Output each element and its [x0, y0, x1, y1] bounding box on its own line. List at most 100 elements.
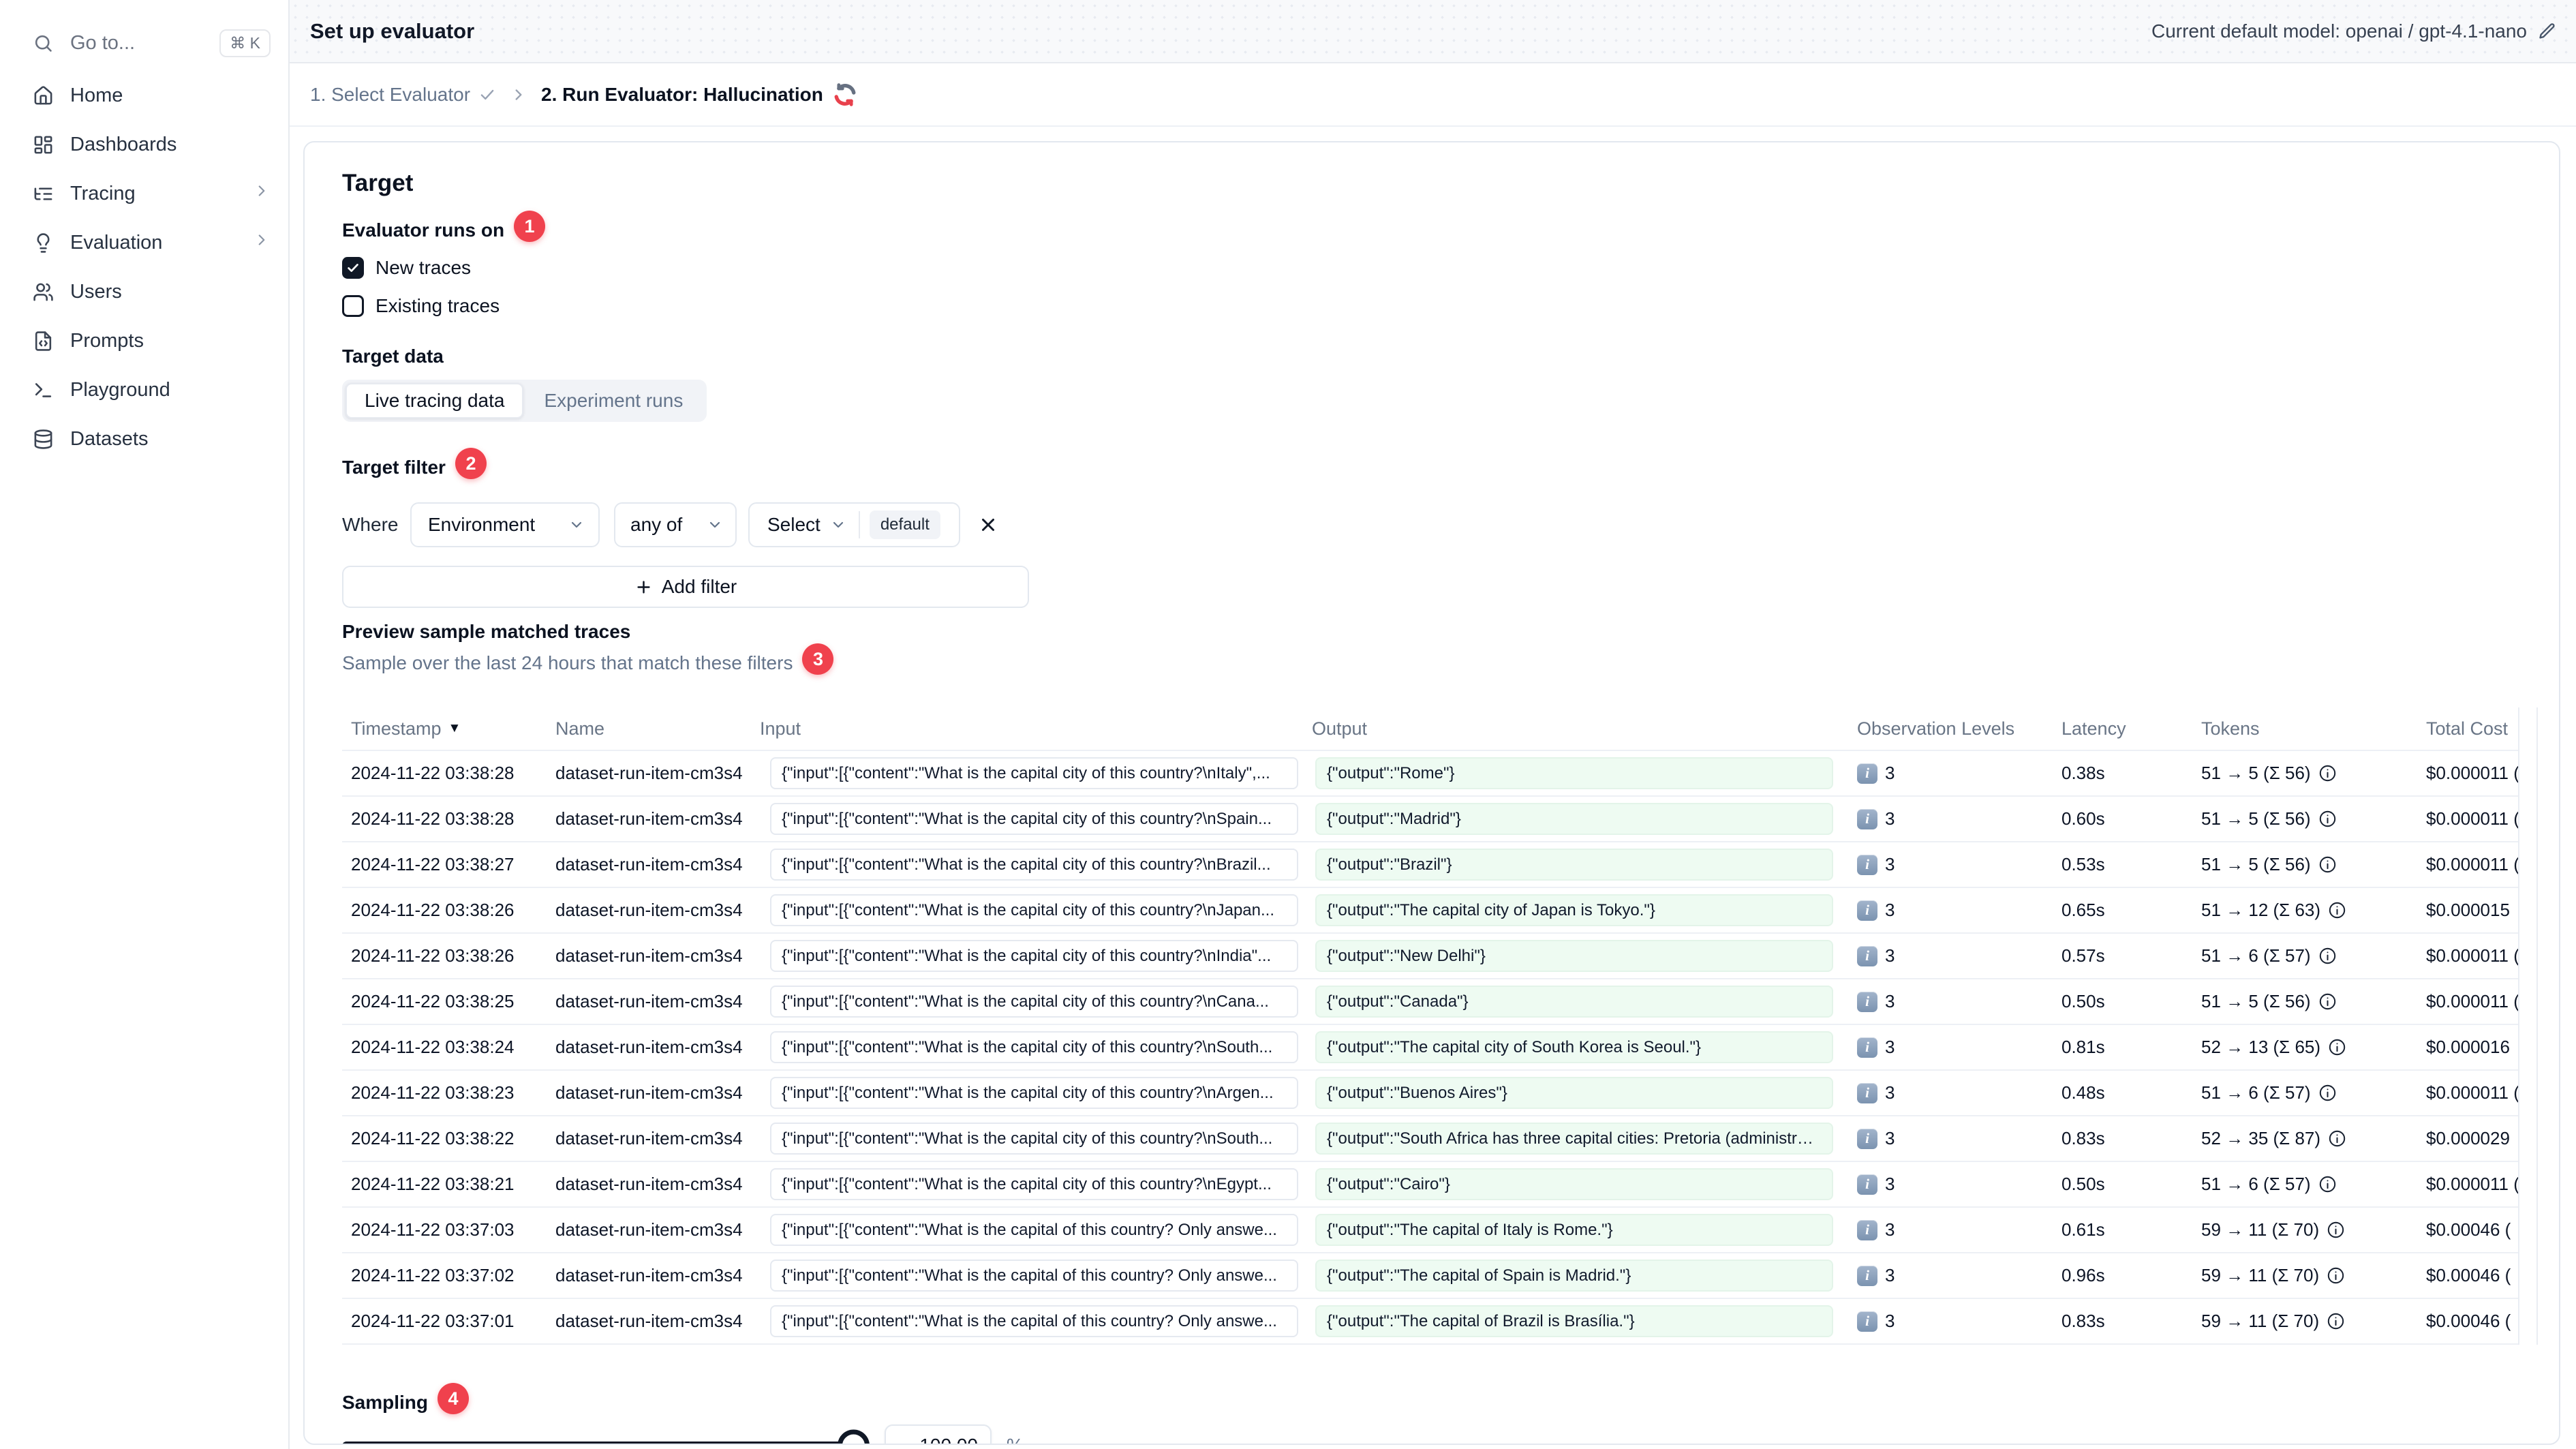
info-square-icon: i [1857, 1265, 1877, 1286]
sidebar-item-label: Datasets [70, 427, 149, 450]
goto-search[interactable]: Go to... ⌘ K [0, 25, 288, 61]
breadcrumb-step-2: 2. Run Evaluator: Hallucination [541, 82, 857, 107]
col-input[interactable]: Input [751, 718, 1303, 739]
sampling-slider-handle[interactable] [838, 1429, 870, 1444]
cell-name: dataset-run-item-cm3s4 [555, 1265, 743, 1285]
file-code-icon [35, 331, 52, 351]
info-square-icon: i [1857, 1037, 1877, 1058]
table-row[interactable]: 2024-11-22 03:38:23 dataset-run-item-cm3… [342, 1069, 2518, 1115]
table-row[interactable]: 2024-11-22 03:38:28 dataset-run-item-cm3… [342, 750, 2518, 795]
cell-timestamp: 2024-11-22 03:38:26 [351, 900, 515, 920]
checkbox-checked-icon[interactable] [342, 257, 364, 279]
table-row[interactable]: 2024-11-22 03:38:24 dataset-run-item-cm3… [342, 1024, 2518, 1069]
cell-total-cost: $0.000011 ( [2426, 808, 2518, 829]
filter-value-select[interactable]: Select default [748, 502, 960, 547]
cell-observation-levels: i 3 [1848, 945, 2053, 966]
filter-column-value: Environment [428, 514, 536, 535]
checkbox-existing-traces[interactable]: Existing traces [342, 290, 2541, 322]
cell-latency: 0.50s [2061, 991, 2105, 1011]
sidebar-item-users[interactable]: Users [0, 267, 288, 316]
cell-total-cost: $0.000016 [2426, 1037, 2510, 1057]
cell-tokens: 51 → 5 (Σ 56) [2192, 854, 2417, 875]
breadcrumb: 1. Select Evaluator 2. Run Evaluator: Ha… [290, 63, 2576, 127]
chevron-down-icon [709, 521, 720, 528]
sidebar-item-prompts[interactable]: Prompts [0, 316, 288, 365]
cell-name: dataset-run-item-cm3s4 [555, 1082, 743, 1103]
filter-column-select[interactable]: Environment [410, 502, 600, 547]
cell-input-box: {"input":[{"content":"What is the capita… [770, 757, 1298, 789]
cell-tokens: 51 → 5 (Σ 56) [2192, 808, 2417, 829]
annotation-badge-1: 1 [514, 211, 546, 242]
filter-operator-select[interactable]: any of [614, 502, 737, 547]
cell-input-box: {"input":[{"content":"What is the capita… [770, 940, 1298, 972]
cell-observation-levels: i 3 [1848, 900, 2053, 921]
filter-value-chip: default [869, 510, 940, 539]
cell-output-box: {"output":"Madrid"} [1315, 803, 1833, 835]
cell-latency: 0.81s [2061, 1037, 2105, 1057]
sidebar-item-tracing[interactable]: Tracing [0, 169, 288, 218]
sidebar-item-playground[interactable]: Playground [0, 365, 288, 414]
tab-live-tracing-data[interactable]: Live tracing data [346, 383, 524, 418]
info-circle-icon [2319, 993, 2335, 1010]
sidebar-item-home[interactable]: Home [0, 71, 288, 120]
table-row[interactable]: 2024-11-22 03:37:03 dataset-run-item-cm3… [342, 1206, 2518, 1252]
cell-observation-levels: i 3 [1848, 808, 2053, 829]
sampling-value-input[interactable] [885, 1424, 992, 1444]
sidebar-item-label: Home [70, 84, 123, 106]
terminal-icon [35, 382, 52, 397]
col-observation-levels[interactable]: Observation Levels [1848, 718, 2053, 739]
list-tree-icon [34, 187, 52, 200]
cell-observation-levels: i 3 [1848, 1265, 2053, 1286]
table-row[interactable]: 2024-11-22 03:38:25 dataset-run-item-cm3… [342, 978, 2518, 1024]
col-total-cost[interactable]: Total Cost [2417, 718, 2518, 739]
add-filter-button[interactable]: Add filter [342, 566, 1029, 608]
table-row[interactable]: 2024-11-22 03:38:28 dataset-run-item-cm3… [342, 795, 2518, 841]
info-circle-icon [2327, 1313, 2344, 1330]
table-row[interactable]: 2024-11-22 03:38:26 dataset-run-item-cm3… [342, 932, 2518, 978]
cell-timestamp: 2024-11-22 03:38:27 [351, 854, 515, 874]
table-row[interactable]: 2024-11-22 03:38:26 dataset-run-item-cm3… [342, 887, 2518, 932]
breadcrumb-step-1[interactable]: 1. Select Evaluator [310, 84, 496, 106]
table-row[interactable]: 2024-11-22 03:38:22 dataset-run-item-cm3… [342, 1115, 2518, 1161]
checkbox-new-traces[interactable]: New traces [342, 251, 2541, 284]
page-title: Set up evaluator [310, 18, 475, 43]
cell-latency: 0.38s [2061, 763, 2105, 783]
preview-subheading: Sample over the last 24 hours that match… [342, 643, 2541, 679]
table-row[interactable]: 2024-11-22 03:38:21 dataset-run-item-cm3… [342, 1161, 2518, 1206]
table-row[interactable]: 2024-11-22 03:37:02 dataset-run-item-cm3… [342, 1252, 2518, 1298]
info-circle-icon [2319, 810, 2335, 827]
table-row[interactable]: 2024-11-22 03:38:27 dataset-run-item-cm3… [342, 841, 2518, 887]
chevron-down-icon [571, 521, 582, 528]
info-circle-icon [2319, 947, 2335, 964]
cell-name: dataset-run-item-cm3s4 [555, 808, 743, 829]
cell-timestamp: 2024-11-22 03:37:02 [351, 1265, 515, 1285]
sidebar-item-datasets[interactable]: Datasets [0, 414, 288, 463]
default-model-control[interactable]: Current default model: openai / gpt-4.1-… [2151, 20, 2557, 42]
col-name[interactable]: Name [547, 718, 751, 739]
cell-input-box: {"input":[{"content":"What is the capita… [770, 1260, 1298, 1292]
table-row[interactable]: 2024-11-22 03:37:01 dataset-run-item-cm3… [342, 1298, 2518, 1343]
edit-pencil-icon[interactable] [2538, 22, 2557, 41]
col-tokens[interactable]: Tokens [2192, 718, 2417, 739]
sampling-slider[interactable] [342, 1429, 870, 1444]
table-header-row: Timestamp ▼ Name Input Output Observation… [342, 707, 2518, 750]
cell-tokens: 51 → 6 (Σ 57) [2192, 1082, 2417, 1103]
cell-name: dataset-run-item-cm3s4 [555, 900, 743, 920]
sidebar-item-evaluation[interactable]: Evaluation [0, 218, 288, 267]
cell-name: dataset-run-item-cm3s4 [555, 854, 743, 874]
checkbox-unchecked-icon[interactable] [342, 295, 364, 317]
cell-latency: 0.83s [2061, 1311, 2105, 1331]
annotation-badge-4: 4 [438, 1383, 470, 1414]
cell-tokens: 52 → 13 (Σ 65) [2192, 1037, 2417, 1058]
col-output[interactable]: Output [1303, 718, 1848, 739]
preview-heading: Preview sample matched traces [342, 621, 631, 642]
cell-total-cost: $0.00046 ( [2426, 1311, 2511, 1331]
tab-experiment-runs[interactable]: Experiment runs [523, 383, 703, 418]
col-timestamp[interactable]: Timestamp ▼ [342, 718, 547, 739]
table-scrollbar[interactable] [2518, 707, 2538, 1345]
database-icon [34, 429, 52, 449]
col-latency[interactable]: Latency [2053, 718, 2192, 739]
remove-filter-button[interactable] [978, 515, 998, 535]
cell-output-box: {"output":"The capital of Brazil is Bras… [1315, 1305, 1833, 1337]
sidebar-item-dashboards[interactable]: Dashboards [0, 120, 288, 169]
